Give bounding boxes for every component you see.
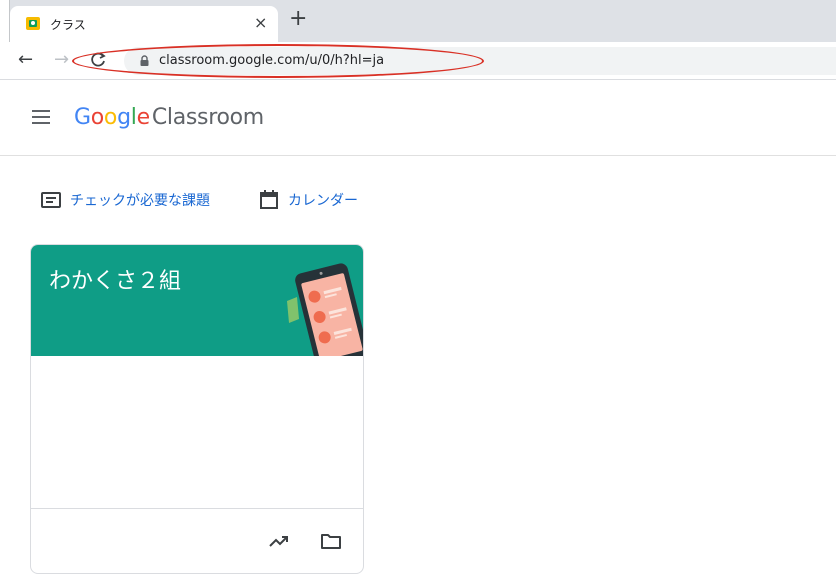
back-button[interactable]: ← xyxy=(18,48,33,72)
forward-button[interactable]: → xyxy=(54,48,69,72)
class-card[interactable]: わかくさ２組 xyxy=(30,244,364,574)
classroom-favicon-icon xyxy=(26,17,40,30)
phone-illustration-icon xyxy=(287,263,363,356)
to-review-link[interactable]: チェックが必要な課題 xyxy=(40,187,210,213)
calendar-link[interactable]: カレンダー xyxy=(258,187,358,213)
browser-tab-strip: クラス × + xyxy=(0,0,836,42)
class-card-footer xyxy=(31,508,363,573)
new-tab-button[interactable]: + xyxy=(289,7,307,31)
todo-list-icon xyxy=(41,192,61,208)
brand-product-name: Classroom xyxy=(151,105,264,130)
folder-icon[interactable] xyxy=(319,529,343,553)
tab-close-icon[interactable]: × xyxy=(254,13,267,33)
main-menu-icon[interactable] xyxy=(32,110,50,124)
tab-title: クラス xyxy=(50,18,86,32)
calendar-label: カレンダー xyxy=(288,193,358,209)
tab-edge xyxy=(0,0,10,42)
browser-tab[interactable]: クラス × xyxy=(10,6,278,42)
class-name[interactable]: わかくさ２組 xyxy=(49,263,181,295)
calendar-icon xyxy=(260,190,278,209)
trending-up-icon[interactable] xyxy=(267,529,291,553)
app-header: GoogleClassroom xyxy=(0,84,836,156)
to-review-label: チェックが必要な課題 xyxy=(70,193,210,209)
google-classroom-logo[interactable]: GoogleClassroom xyxy=(74,104,264,132)
url-highlight-ellipse xyxy=(72,44,484,78)
class-card-banner[interactable]: わかくさ２組 xyxy=(31,245,363,356)
